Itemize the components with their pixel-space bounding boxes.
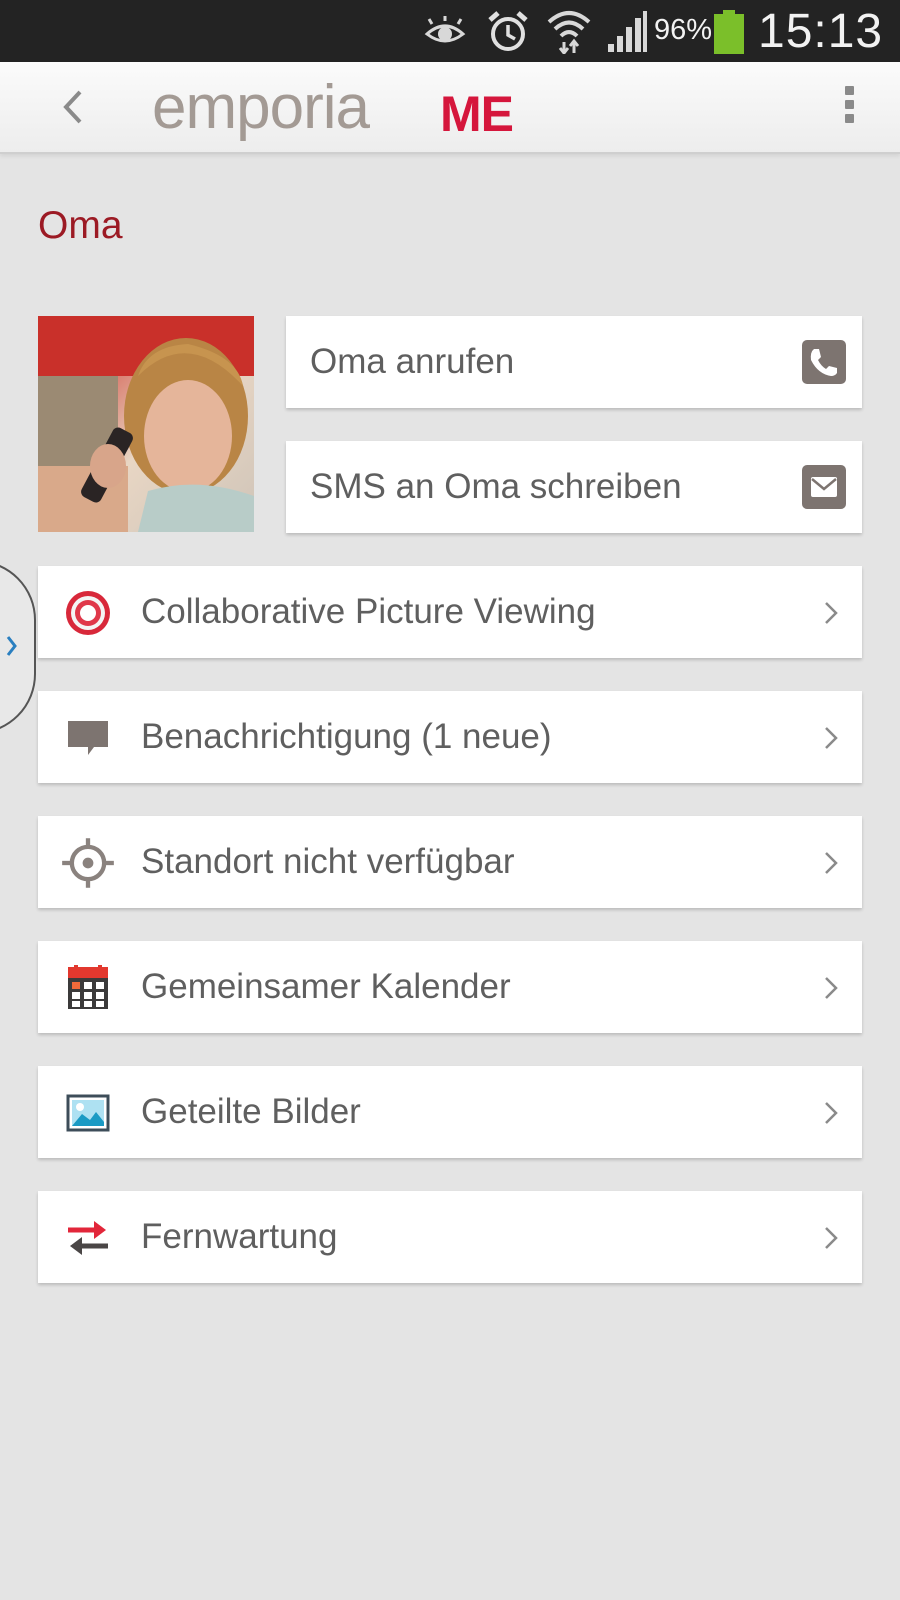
status-bar: 96% 15:13 bbox=[0, 0, 900, 62]
action-bar: emporia ME bbox=[0, 62, 900, 154]
menu-item-remote-maintenance[interactable]: Fernwartung bbox=[38, 1191, 862, 1283]
call-label: Oma anrufen bbox=[310, 342, 515, 381]
sms-label: SMS an Oma schreiben bbox=[310, 467, 682, 506]
speech-bubble-icon bbox=[68, 721, 108, 755]
picture-icon bbox=[66, 1094, 110, 1132]
logo-suffix: ME bbox=[440, 86, 514, 142]
calendar-icon bbox=[68, 965, 108, 1009]
signal-icon bbox=[608, 11, 647, 52]
eye-icon bbox=[424, 16, 466, 43]
chevron-right-icon bbox=[825, 977, 838, 999]
overflow-menu-button[interactable] bbox=[840, 86, 858, 130]
contact-avatar[interactable] bbox=[38, 316, 254, 532]
menu-item-label: Fernwartung bbox=[141, 1217, 338, 1256]
menu-item-shared-pictures[interactable]: Geteilte Bilder bbox=[38, 1066, 862, 1158]
alarm-icon bbox=[488, 11, 528, 51]
chevron-right-icon bbox=[6, 636, 17, 656]
phone-icon bbox=[802, 340, 846, 384]
chevron-right-icon bbox=[825, 602, 838, 624]
logo-word: emporia bbox=[152, 73, 370, 142]
chevron-right-icon bbox=[825, 1227, 838, 1249]
crosshair-icon bbox=[62, 838, 114, 888]
menu-item-label: Benachrichtigung (1 neue) bbox=[141, 717, 552, 756]
contact-name: Oma bbox=[38, 204, 123, 247]
clock: 15:13 bbox=[758, 5, 884, 58]
chevron-right-icon bbox=[825, 852, 838, 874]
back-button[interactable] bbox=[54, 84, 94, 130]
sms-button[interactable]: SMS an Oma schreiben bbox=[286, 441, 862, 533]
menu-item-calendar[interactable]: Gemeinsamer Kalender bbox=[38, 941, 862, 1033]
battery-percent: 96% bbox=[654, 14, 713, 46]
menu-item-label: Standort nicht verfügbar bbox=[141, 842, 515, 881]
menu-item-label: Collaborative Picture Viewing bbox=[141, 592, 596, 631]
side-drawer-handle[interactable] bbox=[0, 560, 36, 734]
menu-item-collaborative-picture-viewing[interactable]: Collaborative Picture Viewing bbox=[38, 566, 862, 658]
transfer-arrows-icon bbox=[68, 1221, 108, 1255]
menu-item-notifications[interactable]: Benachrichtigung (1 neue) bbox=[38, 691, 862, 783]
chevron-right-icon bbox=[825, 727, 838, 749]
menu-item-location[interactable]: Standort nicht verfügbar bbox=[38, 816, 862, 908]
battery-icon bbox=[714, 10, 744, 54]
call-button[interactable]: Oma anrufen bbox=[286, 316, 862, 408]
menu-item-label: Geteilte Bilder bbox=[141, 1092, 361, 1131]
wifi-icon bbox=[547, 11, 591, 54]
envelope-icon bbox=[802, 465, 846, 509]
chevron-right-icon bbox=[825, 1102, 838, 1124]
target-ring-icon bbox=[66, 591, 110, 635]
menu-item-label: Gemeinsamer Kalender bbox=[141, 967, 511, 1006]
